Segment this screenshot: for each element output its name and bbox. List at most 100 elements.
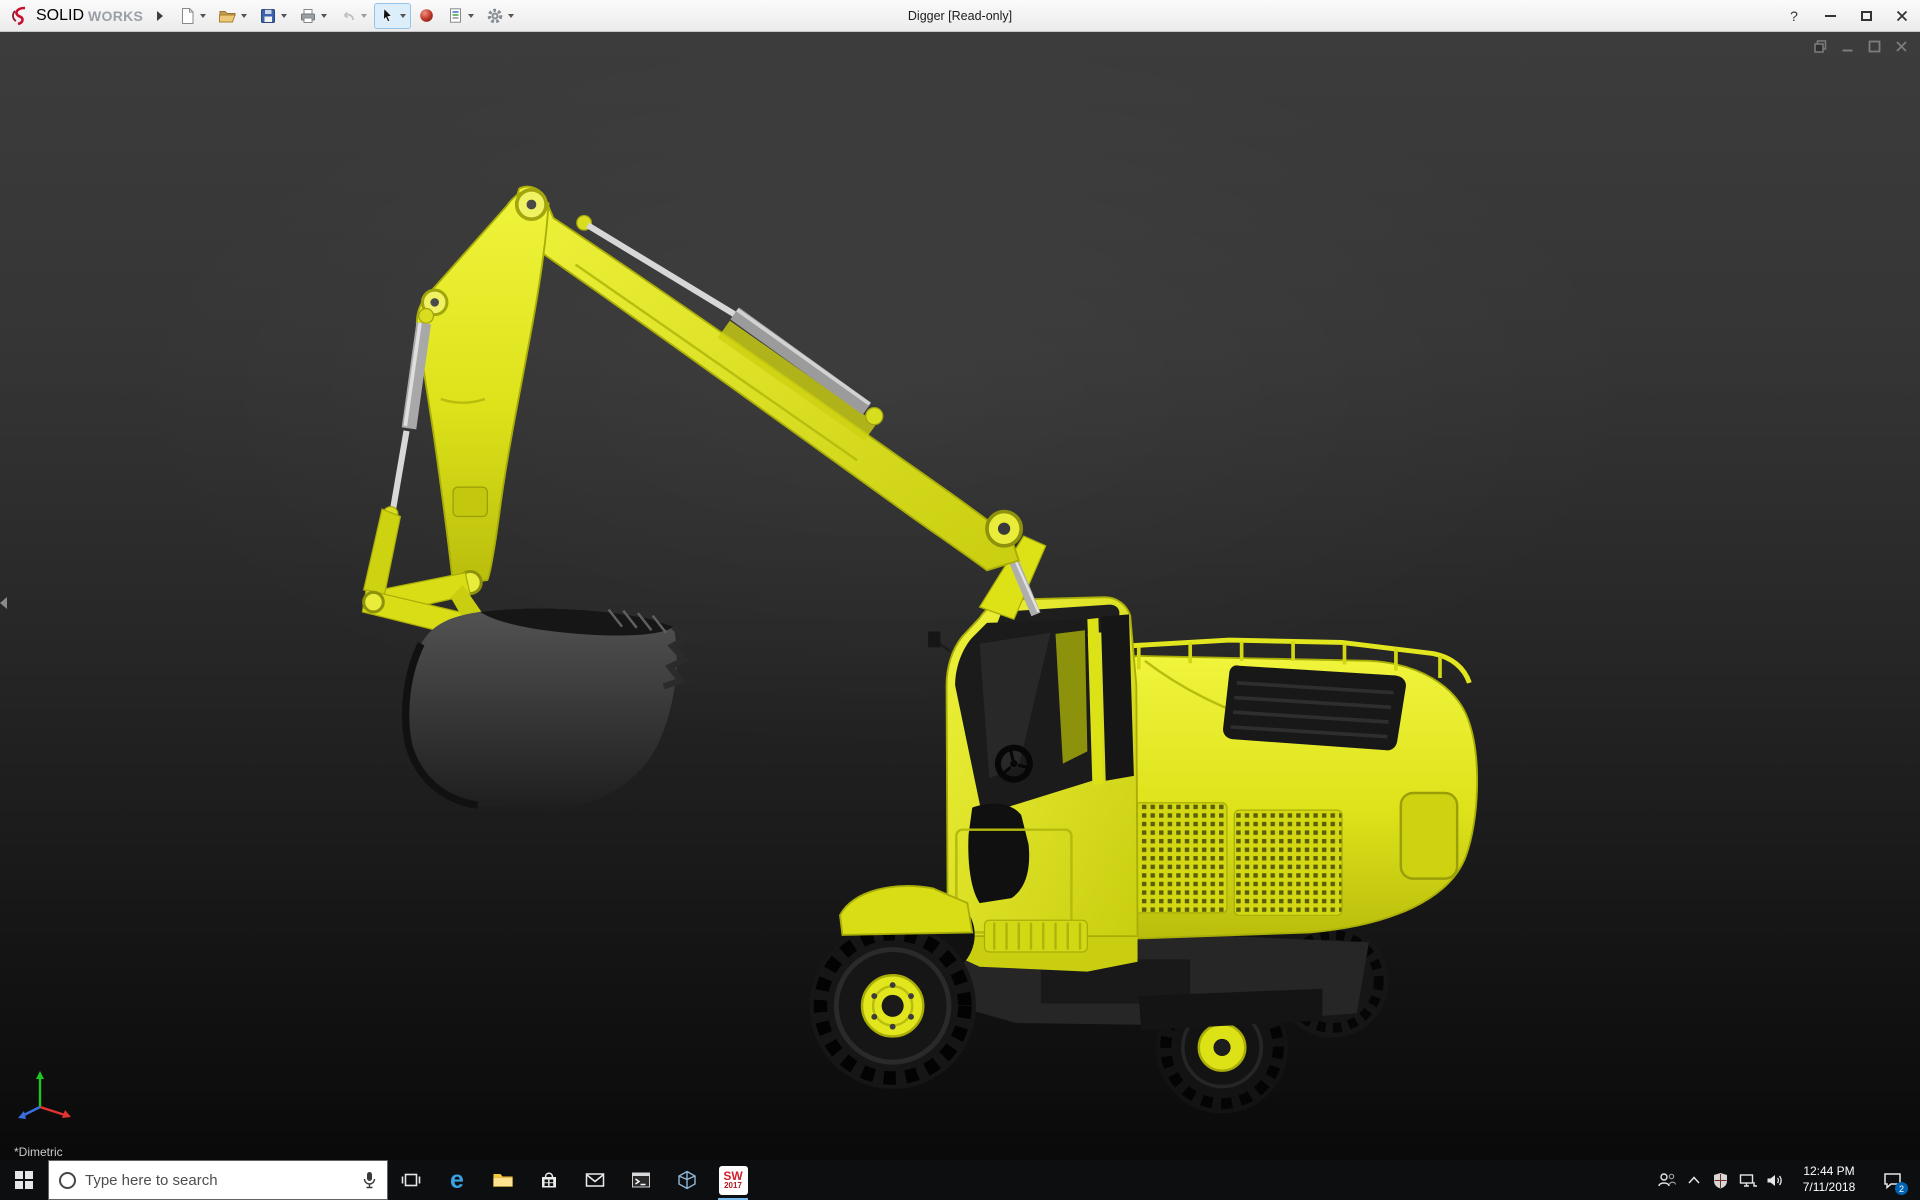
edge-icon: e [450,1168,464,1193]
window-controls: ? [1776,0,1920,31]
terminal-button[interactable] [618,1160,664,1200]
solidworks-logo: SOLIDWORKS [0,6,151,26]
taskbar-search[interactable] [48,1160,388,1200]
terminal-icon [631,1171,651,1189]
side-grille [1234,810,1342,915]
boom-main [417,190,549,594]
microphone-icon[interactable] [362,1171,377,1189]
z-axis [24,1107,40,1115]
brand-solid: SOLID [36,7,84,25]
chevron-up-icon [1688,1176,1700,1184]
window-title: Digger [Read-only] [908,9,1012,23]
cortana-icon [59,1172,76,1189]
new-document-icon [178,7,196,25]
view-orientation-label: *Dimetric [14,1145,63,1159]
mail-button[interactable] [572,1160,618,1200]
cab [928,597,1137,936]
document-properties-icon [447,7,464,24]
x-axis [40,1107,65,1115]
gear-icon [486,7,504,25]
boom-stick [516,187,1021,571]
appearance-sphere-icon [418,7,435,24]
dropdown-caret[interactable] [508,14,514,18]
brand-works: WORKS [88,8,143,24]
store-button[interactable] [526,1160,572,1200]
screen: SOLIDWORKS [0,0,1920,1200]
undo-button[interactable] [334,3,372,29]
cube-icon [677,1170,697,1190]
main-toolbar [173,3,519,29]
clock-time: 12:44 PM [1788,1164,1870,1180]
select-button[interactable] [374,3,411,29]
action-center-button[interactable]: 2 [1870,1160,1914,1200]
print-button[interactable] [294,3,332,29]
solidworks-icon: SW 2017 [719,1166,748,1195]
taskbar-clock[interactable]: 12:44 PM 7/11/2018 [1788,1164,1870,1195]
help-button[interactable]: ? [1776,0,1812,31]
dropdown-caret[interactable] [400,14,406,18]
toolbar-expand-arrow[interactable] [157,11,163,21]
close-button[interactable] [1884,0,1920,31]
system-tray: 12:44 PM 7/11/2018 2 [1653,1160,1920,1200]
dropdown-caret[interactable] [468,14,474,18]
network-button[interactable] [1734,1160,1761,1200]
clock-date: 7/11/2018 [1788,1180,1870,1196]
dassault-logo-icon [10,6,32,26]
network-icon [1739,1173,1757,1188]
undo-icon [339,7,357,25]
viewport-3d[interactable]: *Dimetric [0,32,1920,1160]
close-icon [1896,10,1908,22]
seat [968,804,1029,904]
dropdown-caret[interactable] [361,14,367,18]
document-window-controls [1814,40,1908,53]
document-restore-icon[interactable] [1814,40,1827,53]
open-folder-icon [218,7,237,25]
edit-appearance-button[interactable] [413,3,440,29]
windows-logo-icon [15,1171,33,1189]
dropdown-caret[interactable] [321,14,327,18]
bucket [406,608,686,810]
orientation-triad [10,1065,82,1128]
file-explorer-button[interactable] [480,1160,526,1200]
document-minimize-icon[interactable] [1841,40,1854,53]
task-view-button[interactable] [388,1160,434,1200]
solidworks-taskbar-button[interactable]: SW 2017 [710,1160,756,1200]
options-button[interactable] [481,3,519,29]
bucket-hydraulic-cylinder [383,308,433,521]
maximize-icon [1861,11,1872,21]
search-input[interactable] [85,1172,353,1189]
edrawings-button[interactable] [664,1160,710,1200]
speaker-icon [1766,1173,1783,1188]
start-button[interactable] [0,1160,48,1200]
people-button[interactable] [1653,1160,1680,1200]
document-maximize-icon[interactable] [1868,40,1881,53]
hidden-icons-button[interactable] [1680,1160,1707,1200]
edge-button[interactable]: e [434,1160,480,1200]
minimize-button[interactable] [1812,0,1848,31]
save-floppy-icon [259,7,277,25]
stick-hydraulic-cylinder [577,216,883,425]
dropdown-caret[interactable] [200,14,206,18]
new-document-button[interactable] [173,3,211,29]
dropdown-caret[interactable] [281,14,287,18]
feature-panel-collapsed-arrow[interactable] [0,597,7,609]
save-button[interactable] [254,3,292,29]
volume-button[interactable] [1761,1160,1788,1200]
defender-button[interactable] [1707,1160,1734,1200]
open-button[interactable] [213,3,252,29]
taskbar: e [0,1160,1920,1200]
file-explorer-icon [492,1171,514,1189]
maximize-button[interactable] [1848,0,1884,31]
step-box [984,920,1087,952]
print-icon [299,7,317,25]
task-view-icon [401,1171,421,1189]
document-properties-button[interactable] [442,3,479,29]
excavator-model [0,32,1920,1160]
defender-shield-icon [1713,1172,1728,1189]
people-icon [1657,1172,1677,1188]
minimize-icon [1825,15,1836,17]
dropdown-caret[interactable] [241,14,247,18]
select-cursor-icon [379,7,396,24]
document-close-icon[interactable] [1895,40,1908,53]
notification-badge: 2 [1895,1182,1908,1195]
